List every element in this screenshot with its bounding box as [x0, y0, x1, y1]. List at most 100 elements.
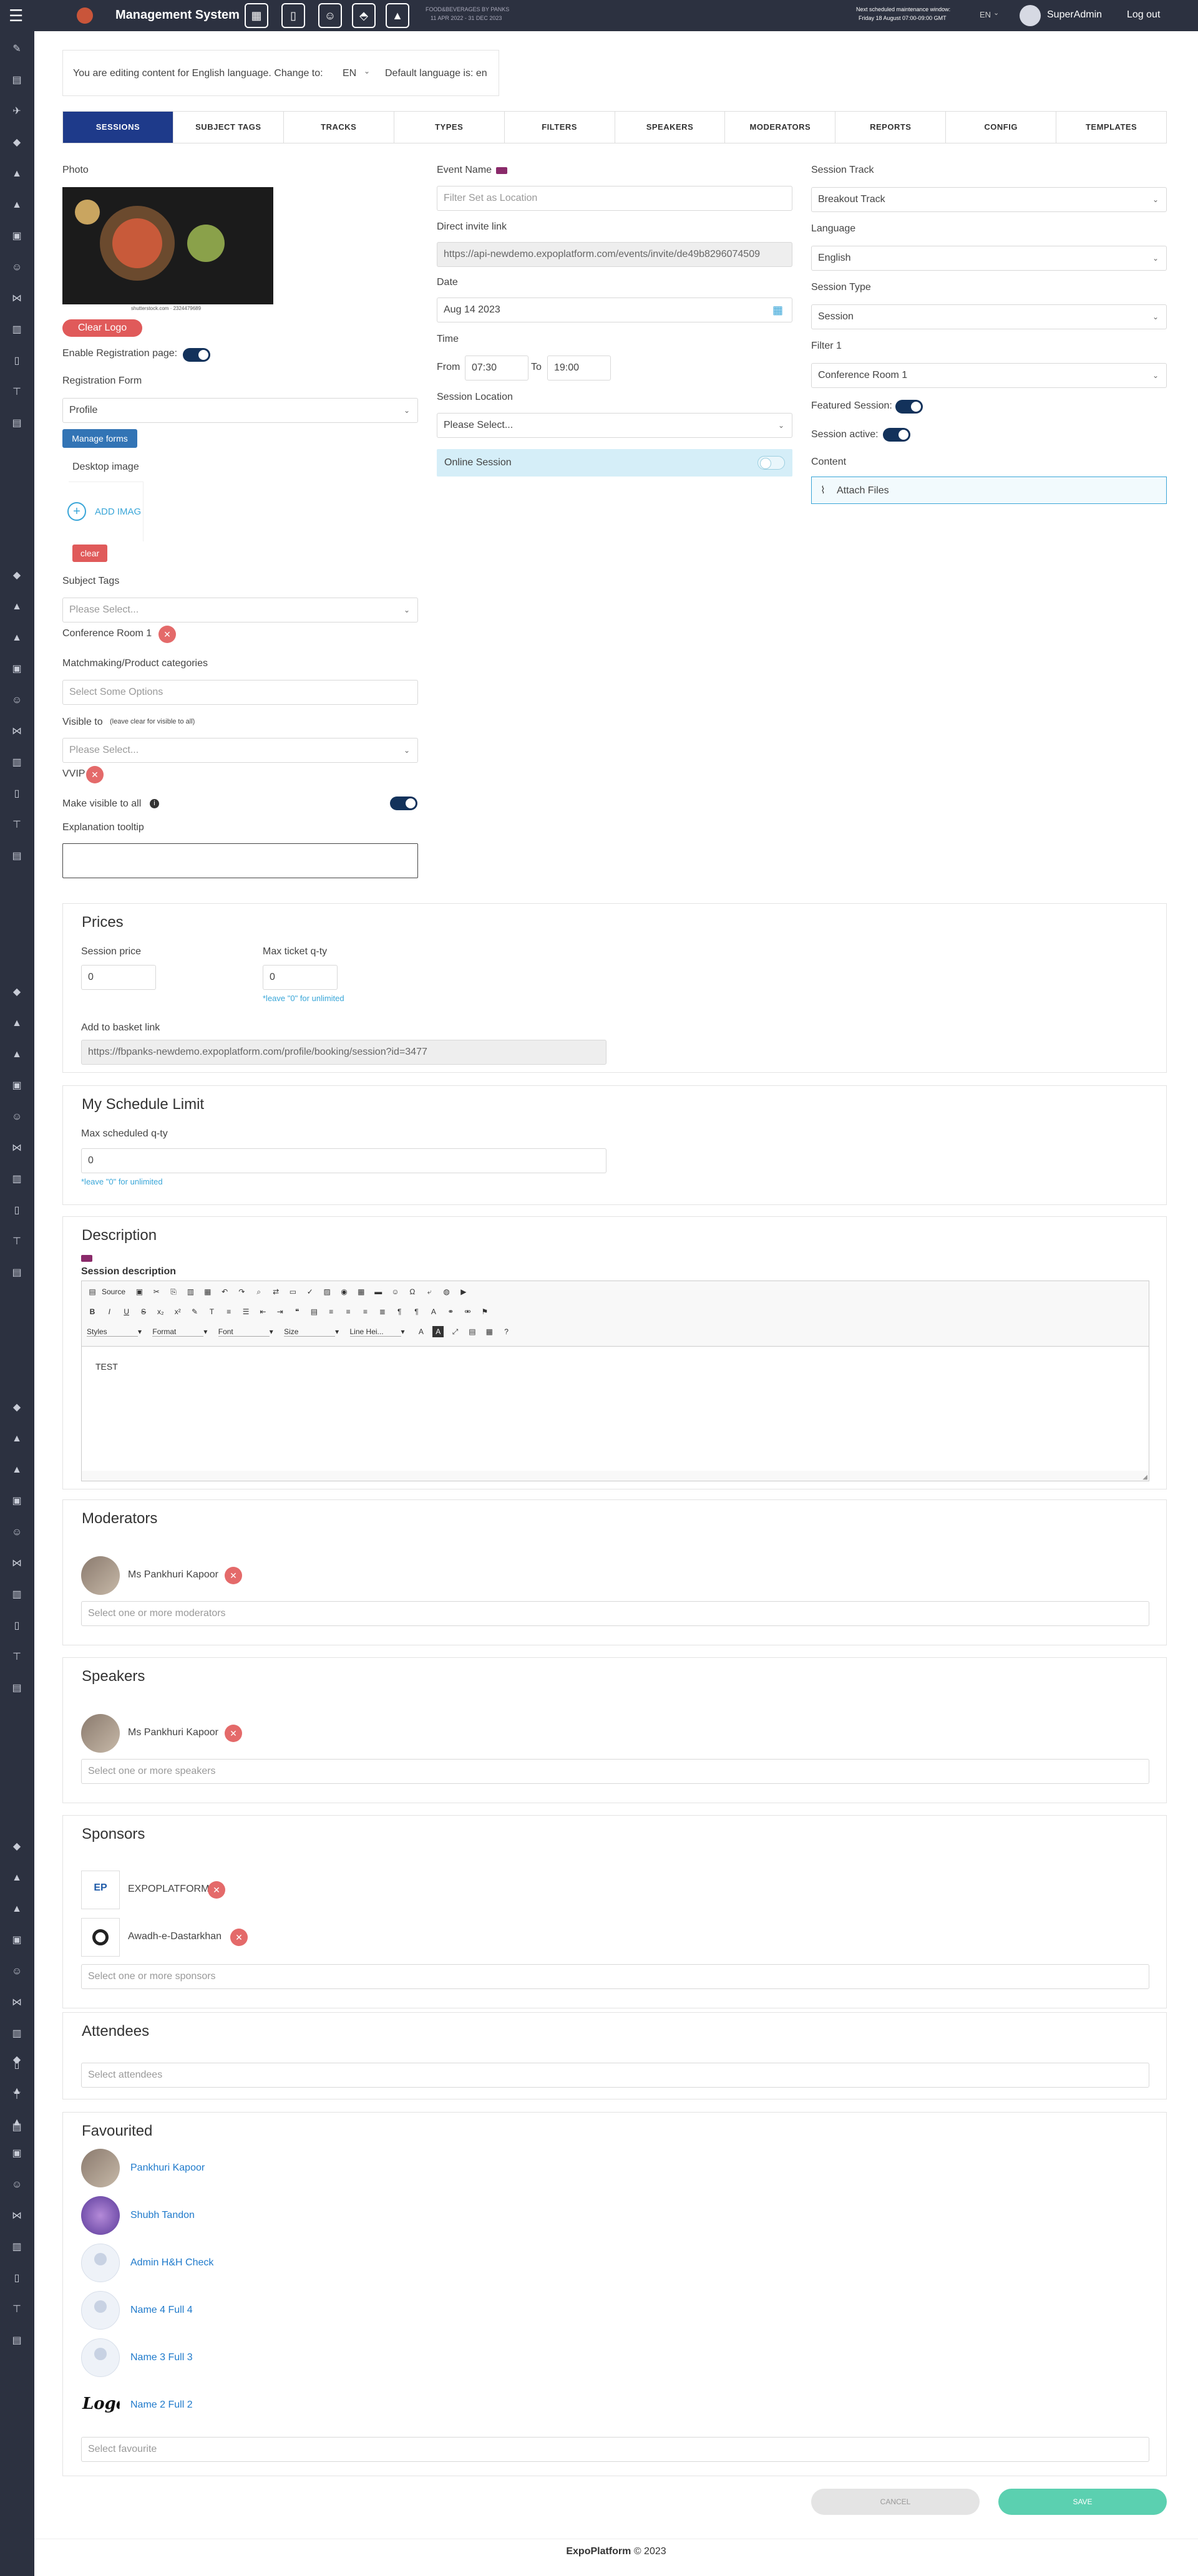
briefcase-icon[interactable]: ▣ — [10, 2147, 24, 2161]
show-blocks-icon[interactable]: ▤ — [467, 1326, 478, 1337]
event-name[interactable]: FOOD&BEVERAGES BY PANKS — [426, 6, 509, 12]
visible-to-select[interactable]: Please Select... ⌄ — [62, 738, 418, 763]
users-icon[interactable]: ☺ — [10, 2178, 24, 2192]
calendar-icon[interactable]: ▦ — [772, 298, 783, 322]
graduation-cap-icon[interactable]: ▲ — [386, 3, 409, 28]
tag-icon[interactable]: ⬘ — [352, 3, 376, 28]
logout-button[interactable]: Log out — [1127, 9, 1160, 21]
matchmaking-input[interactable]: Select Some Options — [62, 680, 418, 705]
remove-moderator-icon[interactable]: ✕ — [225, 1567, 242, 1584]
subject-tags-select[interactable]: Please Select... ⌄ — [62, 598, 418, 622]
file-icon[interactable]: ▤ — [10, 850, 24, 863]
help-icon[interactable]: ? — [501, 1326, 512, 1337]
tab-reports[interactable]: REPORTS — [835, 112, 947, 143]
lamp-icon[interactable]: ⊤ — [10, 2303, 24, 2317]
remove-tag-icon[interactable]: ✕ — [158, 626, 176, 643]
image-icon[interactable]: ▨ — [321, 1286, 333, 1297]
diamond-icon[interactable]: ◆ — [10, 1401, 24, 1415]
mobile-icon[interactable]: ▯ — [10, 1204, 24, 1218]
tab-subject-tags[interactable]: SUBJECT TAGS — [173, 112, 284, 143]
users-icon[interactable]: ☺ — [10, 1965, 24, 1978]
briefcase-icon[interactable]: ▣ — [10, 230, 24, 243]
hierarchy-icon[interactable]: ▲ — [10, 2085, 24, 2098]
org-icon[interactable]: ▲ — [10, 1048, 24, 1062]
mobile-icon[interactable]: ▯ — [10, 354, 24, 368]
underline-icon[interactable]: U — [121, 1306, 132, 1317]
unlink-icon[interactable]: ⚮ — [462, 1306, 474, 1317]
share-icon[interactable]: ⋈ — [10, 1996, 24, 2010]
outdent-icon[interactable]: ⇤ — [257, 1306, 268, 1317]
subscript-icon[interactable]: x₂ — [155, 1306, 166, 1317]
preview-icon[interactable]: ▣ — [134, 1286, 145, 1297]
hierarchy-icon[interactable]: ▲ — [10, 1432, 24, 1446]
session-photo[interactable] — [62, 187, 273, 304]
remove-format-icon[interactable]: T — [206, 1306, 217, 1317]
source-button[interactable]: Source — [102, 1287, 125, 1296]
org-icon[interactable]: ▲ — [10, 1463, 24, 1477]
hierarchy-icon[interactable]: ▲ — [10, 1871, 24, 1885]
file-icon[interactable]: ▤ — [10, 2334, 24, 2348]
date-input[interactable]: Aug 14 2023 ▦ — [437, 298, 792, 322]
text-color-icon[interactable]: A — [416, 1326, 427, 1337]
session-active-toggle[interactable] — [883, 428, 910, 442]
table-icon[interactable]: ▦ — [356, 1286, 367, 1297]
tab-filters[interactable]: FILTERS — [505, 112, 615, 143]
users-icon[interactable]: ☺ — [10, 1110, 24, 1124]
div-icon[interactable]: ▤ — [308, 1306, 319, 1317]
org-icon[interactable]: ▲ — [10, 1902, 24, 1916]
bold-icon[interactable]: B — [87, 1306, 98, 1317]
file-icon[interactable]: ▤ — [10, 1682, 24, 1695]
share-icon[interactable]: ⋈ — [10, 2209, 24, 2223]
iframe-icon[interactable]: ◍ — [441, 1286, 452, 1297]
chart-icon[interactable]: ▥ — [10, 756, 24, 770]
language-selector[interactable]: EN — [980, 10, 991, 19]
attach-files-button[interactable]: ⌇ Attach Files — [811, 477, 1167, 504]
language-select-field[interactable]: English ⌄ — [811, 246, 1167, 271]
remove-sponsor-icon[interactable]: ✕ — [230, 1929, 248, 1946]
save-button[interactable]: SAVE — [998, 2489, 1167, 2515]
org-icon[interactable]: ▲ — [10, 2116, 24, 2129]
language-icon[interactable]: A — [428, 1306, 439, 1317]
lamp-icon[interactable]: ⊤ — [10, 818, 24, 832]
briefcase-icon[interactable]: ▣ — [10, 662, 24, 676]
chart-icon[interactable]: ▥ — [10, 2240, 24, 2254]
anchor-icon[interactable]: ⚑ — [479, 1306, 490, 1317]
hierarchy-icon[interactable]: ▲ — [10, 600, 24, 614]
session-type-select[interactable]: Session ⌄ — [811, 304, 1167, 329]
favourite-link[interactable]: Name 2 Full 2 — [130, 2399, 193, 2411]
briefcase-icon[interactable]: ▣ — [10, 1079, 24, 1093]
make-visible-all-toggle[interactable] — [390, 797, 417, 810]
explanation-tooltip-textarea[interactable] — [62, 843, 418, 878]
tab-moderators[interactable]: MODERATORS — [725, 112, 836, 143]
manage-forms-button[interactable]: Manage forms — [62, 429, 137, 448]
featured-session-toggle[interactable] — [895, 400, 923, 414]
find-icon[interactable]: ⌕ — [253, 1286, 265, 1297]
smiley-icon[interactable]: ☺ — [390, 1286, 401, 1297]
favourite-link[interactable]: Shubh Tandon — [130, 2210, 195, 2221]
plane-icon[interactable]: ✈ — [10, 105, 24, 119]
tab-config[interactable]: CONFIG — [946, 112, 1057, 143]
tab-speakers[interactable]: SPEAKERS — [615, 112, 726, 143]
ltr-icon[interactable]: ¶ — [394, 1306, 405, 1317]
online-session-toggle[interactable] — [757, 456, 785, 470]
chart-icon[interactable]: ▥ — [10, 1588, 24, 1602]
direct-invite-input[interactable]: https://api-newdemo.expoplatform.com/eve… — [437, 242, 792, 267]
page-break-icon[interactable]: ⤶ — [424, 1286, 435, 1297]
session-location-select[interactable]: Please Select... ⌄ — [437, 413, 792, 438]
diamond-icon[interactable]: ◆ — [10, 136, 24, 150]
clear-logo-button[interactable]: Clear Logo — [62, 319, 142, 337]
favourite-link[interactable]: Admin H&H Check — [130, 2257, 213, 2269]
time-from-input[interactable]: 07:30 — [465, 356, 528, 380]
file-icon[interactable]: ▤ — [10, 417, 24, 430]
share-icon[interactable]: ⋈ — [10, 292, 24, 306]
favourite-link[interactable]: Name 4 Full 4 — [130, 2305, 193, 2316]
remove-speaker-icon[interactable]: ✕ — [225, 1725, 242, 1742]
spellcheck-icon[interactable]: ✓ — [304, 1286, 316, 1297]
time-to-input[interactable]: 19:00 — [547, 356, 611, 380]
styles-dropdown[interactable]: Styles — [87, 1327, 138, 1337]
resize-handle-icon[interactable]: ◢ — [1142, 1474, 1147, 1481]
chart-icon[interactable]: ▥ — [10, 2027, 24, 2041]
format-dropdown[interactable]: Format — [152, 1327, 204, 1337]
hierarchy-icon[interactable]: ▲ — [10, 1017, 24, 1030]
font-dropdown[interactable]: Font — [218, 1327, 270, 1337]
